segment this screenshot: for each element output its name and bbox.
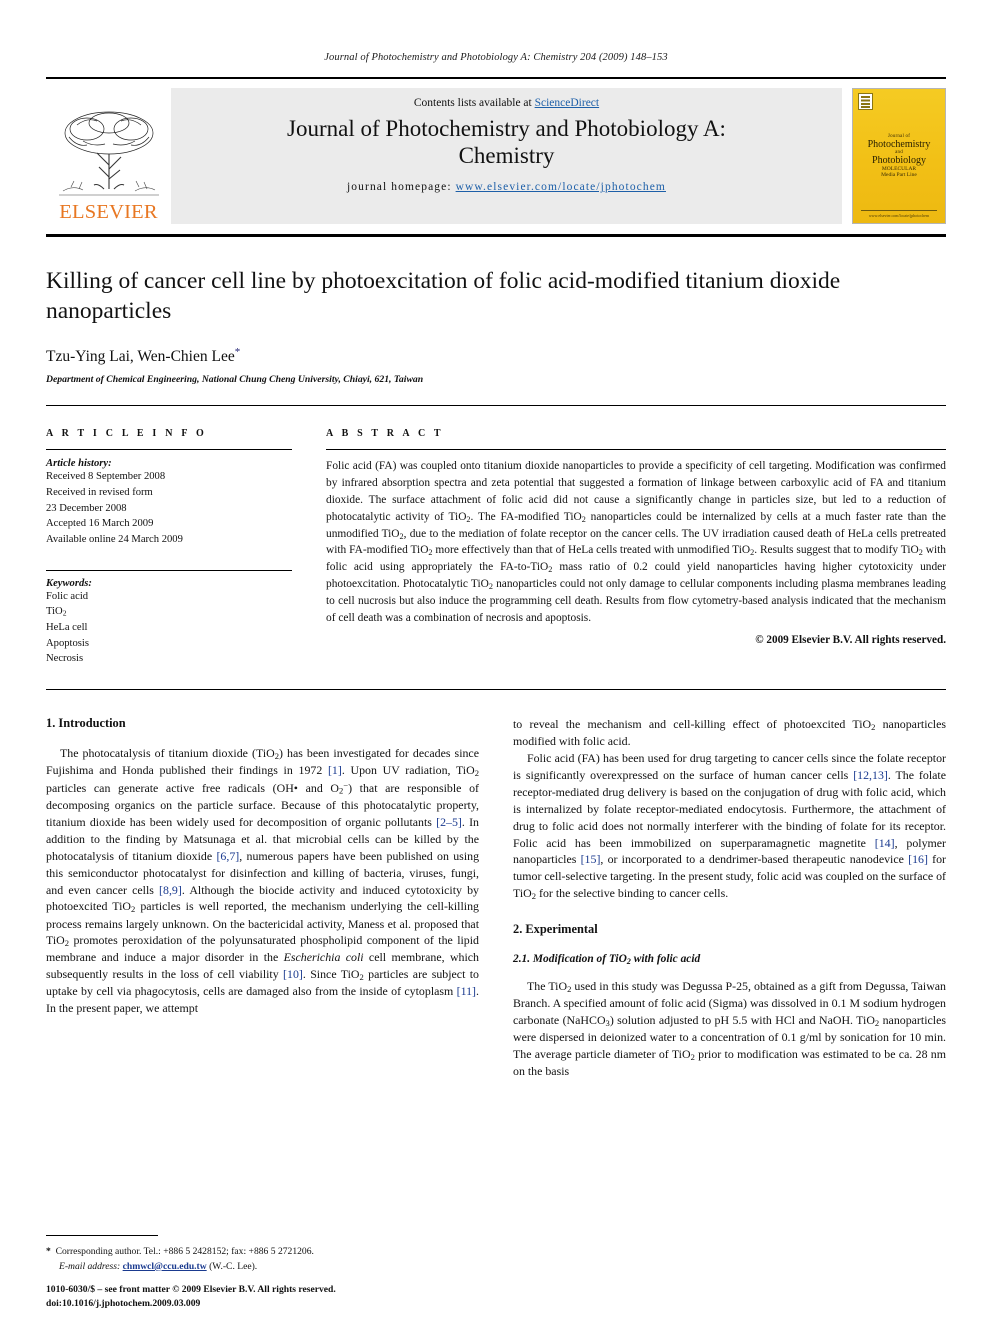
contents-line: Contents lists available at ScienceDirec… — [414, 97, 599, 109]
footnote-rule — [46, 1235, 158, 1237]
paragraph-intro-1-cont: to reveal the mechanism and cell-killing… — [513, 717, 946, 749]
elsevier-tree-icon — [58, 111, 159, 195]
journal-homepage-link[interactable]: www.elsevier.com/locate/jphotochem — [456, 181, 666, 193]
masthead-bottom-rule — [46, 234, 946, 237]
elsevier-wordmark: ELSEVIER — [59, 200, 158, 223]
corresponding-author-marker: * — [234, 346, 241, 359]
doi-line: doi:10.1016/j.jphotochem.2009.03.009 — [46, 1298, 201, 1310]
cover-divider — [861, 210, 937, 211]
title-bottom-rule — [46, 405, 946, 407]
abstract-text: Folic acid (FA) was coupled onto titaniu… — [326, 460, 947, 624]
cover-line-media: Media Part Line — [881, 172, 917, 179]
section-heading-experimental: 2. Experimental — [513, 922, 598, 937]
cover-line-photochemistry: Photochemistry — [867, 138, 931, 150]
elsevier-logo: ELSEVIER — [46, 88, 171, 224]
abstract-copyright: © 2009 Elsevier B.V. All rights reserved… — [755, 634, 946, 647]
footnote-corresponding-text: Corresponding author. Tel.: +886 5 24281… — [55, 1246, 314, 1258]
journal-band: Contents lists available at ScienceDirec… — [171, 88, 842, 224]
cover-line-photobiology: Photobiology — [872, 155, 926, 166]
footnote-corresponding: * Corresponding author. Tel.: +886 5 242… — [46, 1245, 476, 1259]
running-head: Journal of Photochemistry and Photobiolo… — [324, 52, 668, 63]
history-item: Available online 24 March 2009 — [46, 534, 183, 546]
abstract-heading: A B S T R A C T — [326, 428, 444, 440]
journal-homepage-line: journal homepage: www.elsevier.com/locat… — [347, 181, 666, 193]
homepage-prefix: journal homepage: — [347, 181, 456, 194]
title-block: Killing of cancer cell line by photoexci… — [46, 267, 946, 385]
keyword-item: Folic acid — [46, 590, 89, 602]
body-column-right: to reveal the mechanism and cell-killing… — [513, 716, 946, 1080]
paragraph-intro-1: The photocatalysis of titanium dioxide (… — [46, 746, 480, 1016]
history-item: Received in revised form — [46, 487, 153, 499]
subsection-heading-modification: 2.1. Modification of TiO2 with folic aci… — [513, 953, 701, 967]
affiliation: Department of Chemical Engineering, Nati… — [46, 374, 424, 386]
footnote-marker: * — [46, 1246, 51, 1258]
body-column-left: 1. Introduction The photocatalysis of ti… — [46, 716, 479, 1080]
keyword-item: Necrosis — [46, 653, 84, 665]
author-names: Tzu-Ying Lai, Wen-Chien Lee — [46, 348, 235, 366]
keyword-item: Apoptosis — [46, 637, 89, 649]
journal-title: Journal of Photochemistry and Photobiolo… — [287, 116, 726, 168]
sciencedirect-link[interactable]: ScienceDirect — [535, 97, 600, 109]
article-info-column: A R T I C L E I N F O Article history: R… — [46, 428, 292, 667]
footnote-email-line: E-mail address: chmwcl@ccu.edu.tw (W.-C.… — [46, 1260, 476, 1274]
journal-masthead: ELSEVIER Contents lists available at Sci… — [46, 77, 946, 224]
article-info-rule — [46, 449, 292, 451]
body-columns: 1. Introduction The photocatalysis of ti… — [46, 716, 946, 1080]
keywords-label: Keywords: — [46, 577, 92, 589]
email-link[interactable]: chmwcl@ccu.edu.tw — [123, 1261, 207, 1272]
section-heading-introduction: 1. Introduction — [46, 716, 126, 731]
paragraph-intro-2: Folic acid (FA) has been used for drug t… — [513, 751, 946, 902]
keywords-block: Keywords: Folic acid TiO2 HeLa cell Apop… — [46, 569, 292, 667]
history-item: 23 December 2008 — [46, 502, 127, 514]
contents-prefix: Contents lists available at — [413, 97, 535, 109]
history-item: Accepted 16 March 2009 — [46, 518, 154, 530]
cover-bottom-note: www.elsevier.com/locate/jphotochem — [868, 213, 930, 218]
paper-page: Journal of Photochemistry and Photobiolo… — [0, 0, 992, 1323]
page-title: Killing of cancer cell line by photoexci… — [46, 268, 841, 324]
cover-text: Journal of Photochemistry and Photobiolo… — [853, 134, 945, 178]
abstract-column: A B S T R A C T Folic acid (FA) was coup… — [326, 428, 946, 667]
imprint-block: 1010-6030/$ – see front matter © 2009 El… — [46, 1283, 336, 1311]
issn-copyright-line: 1010-6030/$ – see front matter © 2009 El… — [46, 1284, 336, 1296]
email-label: E-mail address: — [59, 1260, 121, 1272]
keyword-item: TiO2 — [46, 606, 67, 619]
abstract-rule — [326, 449, 946, 451]
keyword-item: HeLa cell — [46, 622, 88, 634]
info-abstract-row: A R T I C L E I N F O Article history: R… — [46, 428, 946, 667]
email-suffix: (W.-C. Lee). — [209, 1260, 258, 1272]
abstract-bottom-rule — [46, 689, 946, 691]
history-item: Received 8 September 2008 — [46, 471, 166, 483]
paragraph-experimental-1: The TiO2 used in this study was Degussa … — [513, 979, 947, 1079]
article-history-label: Article history: — [46, 458, 112, 470]
footnote-area: * Corresponding author. Tel.: +886 5 242… — [46, 1235, 476, 1274]
keywords-rule — [46, 569, 292, 571]
author-list: Tzu-Ying Lai, Wen-Chien Lee* — [46, 346, 946, 366]
article-info-heading: A R T I C L E I N F O — [46, 428, 207, 440]
cover-barcode-icon — [858, 93, 873, 110]
journal-cover-thumbnail: Journal of Photochemistry and Photobiolo… — [852, 88, 946, 224]
